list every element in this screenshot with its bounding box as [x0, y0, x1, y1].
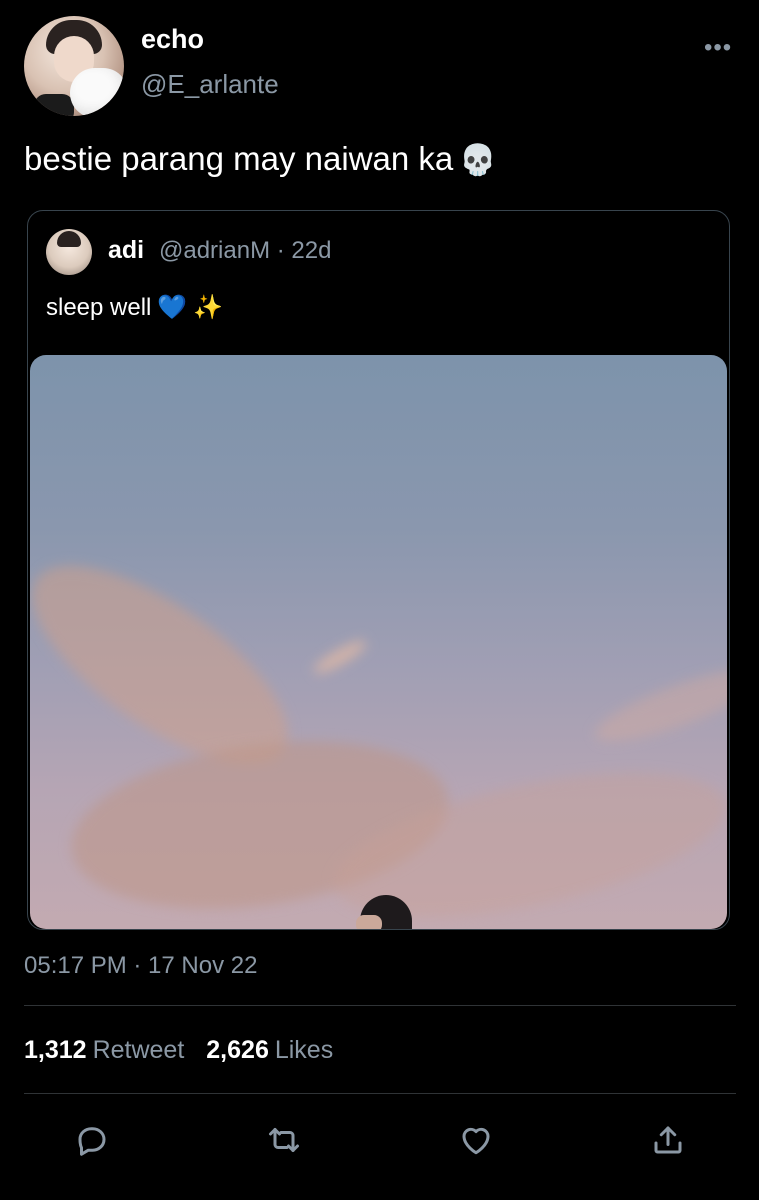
skull-emoji: 💀 — [459, 144, 497, 177]
avatar-shirt — [34, 94, 74, 116]
quoted-author-name: adi — [108, 236, 145, 264]
tweet-text: bestie parang may naiwan ka 💀 — [24, 140, 497, 178]
sparkles-emoji: ✨ — [193, 294, 224, 321]
quoted-avatar-hair — [57, 231, 81, 247]
share-icon — [654, 1126, 682, 1154]
retweet-count[interactable]: 1,312 — [24, 1036, 87, 1064]
author-avatar[interactable] — [24, 16, 124, 116]
photo-person-face — [356, 915, 382, 929]
tweet-text-content: bestie parang may naiwan ka — [24, 140, 454, 177]
quoted-tweet-text-content: sleep well — [46, 294, 152, 321]
blue-heart-emoji: 💙 — [157, 294, 188, 321]
ellipsis-icon[interactable]: ••• — [704, 34, 732, 62]
quoted-tweet-photo[interactable] — [30, 355, 727, 929]
photo-cloud — [310, 635, 370, 679]
quoted-tweet-text: sleep well 💙 ✨ — [46, 293, 223, 322]
engagement-stats: 1,312 Retweet 2,626 Likes — [24, 1036, 355, 1065]
retweet-button[interactable] — [264, 1120, 304, 1160]
tweet-timestamp[interactable]: 05:17 PM · 17 Nov 22 — [24, 952, 257, 980]
photo-cloud — [588, 655, 727, 755]
author-handle[interactable]: @E_arlante — [141, 69, 279, 100]
divider — [24, 1005, 736, 1006]
quoted-tweet-card[interactable]: adi @adrianM · 22d sleep well 💙 ✨ — [27, 210, 730, 930]
likes-count[interactable]: 2,626 — [206, 1036, 269, 1064]
author-display-name[interactable]: echo — [141, 24, 204, 55]
heart-icon — [462, 1127, 490, 1155]
likes-label[interactable]: Likes — [275, 1036, 333, 1064]
like-button[interactable] — [456, 1120, 496, 1160]
retweet-label[interactable]: Retweet — [93, 1036, 185, 1064]
reply-icon — [78, 1127, 106, 1156]
retweet-icon — [269, 1128, 299, 1152]
reply-button[interactable] — [72, 1120, 112, 1160]
share-button[interactable] — [648, 1120, 688, 1160]
quoted-author-handle-time: @adrianM · 22d — [159, 237, 332, 264]
divider — [24, 1093, 736, 1094]
quoted-author-avatar — [46, 229, 92, 275]
avatar-plush-toy — [70, 68, 124, 116]
